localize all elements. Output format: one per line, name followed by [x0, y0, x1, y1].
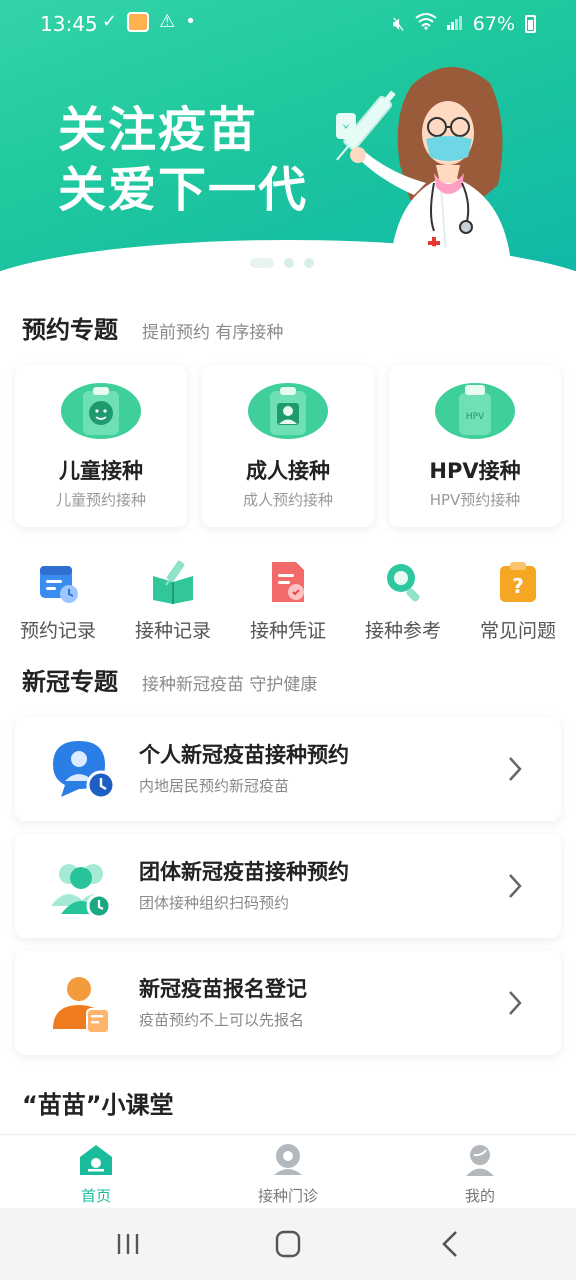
group-covid-appointment-row[interactable]: 团体新冠疫苗接种预约 团体接种组织扫码预约 — [15, 834, 561, 938]
quick-link-label: 接种凭证 — [249, 620, 326, 642]
covid-registration-row[interactable]: 新冠疫苗报名登记 疫苗预约不上可以先报名 — [15, 951, 561, 1055]
hero-banner[interactable]: 13:45 ✓ ⚠ • 🔇︎ 67% 关注疫苗 关爱下一代 — [0, 0, 576, 285]
row-subtitle: 疫苗预约不上可以先报名 — [139, 1011, 305, 1029]
classroom-section-title: “苗苗”小课堂 — [22, 1091, 174, 1119]
certificate-icon — [272, 562, 304, 602]
banner-title-line2: 关爱下一代 — [58, 162, 309, 218]
profile-icon — [466, 1145, 494, 1176]
dot-icon: • — [185, 11, 196, 32]
quick-link-appointment-records[interactable]: 预约记录 — [6, 560, 110, 643]
notification-icons: ✓ ⚠ • — [102, 11, 196, 32]
tab-label: 接种门诊 — [257, 1187, 318, 1205]
magnifier-icon — [387, 564, 420, 602]
carousel-dot-2[interactable] — [284, 258, 294, 268]
banner-title-line1: 关注疫苗 — [58, 102, 259, 158]
bottom-tab-bar: 首页 接种门诊 我的 — [0, 1134, 576, 1208]
hpv-vaccination-card[interactable]: HPV HPV接种 HPV预约接种 — [389, 365, 561, 527]
signal-icon — [446, 13, 463, 35]
quick-link-faq[interactable]: ? 常见问题 — [466, 560, 570, 643]
hpv-vaccination-subtitle: HPV预约接种 — [429, 491, 521, 509]
adult-vaccination-card[interactable]: 成人接种 成人预约接种 — [202, 365, 374, 527]
covid-section-header: 新冠专题 接种新冠疫苗 守护健康 — [22, 662, 317, 697]
battery-level: 67% — [472, 12, 515, 35]
banner-title: 关注疫苗 关爱下一代 — [58, 100, 308, 220]
status-bar: 13:45 ✓ ⚠ • 🔇︎ 67% — [0, 0, 576, 48]
tab-label: 首页 — [80, 1187, 111, 1205]
quick-link-label: 接种参考 — [364, 620, 441, 642]
tab-clinic[interactable]: 接种门诊 — [228, 1143, 348, 1206]
mute-icon: 🔇︎ — [392, 12, 405, 35]
back-icon[interactable] — [430, 1228, 470, 1260]
quick-link-label: 预约记录 — [19, 620, 96, 642]
appointment-section-title: 预约专题 — [22, 316, 118, 344]
row-title: 团体新冠疫苗接种预约 — [139, 860, 349, 884]
child-vaccination-card[interactable]: 儿童接种 儿童预约接种 — [15, 365, 187, 527]
chevron-right-icon — [509, 991, 522, 1015]
tab-mine[interactable]: 我的 — [420, 1143, 540, 1206]
home-icon — [80, 1145, 112, 1175]
chevron-right-icon — [509, 757, 522, 781]
quick-link-vaccination-records[interactable]: 接种记录 — [121, 560, 225, 643]
battery-icon — [525, 14, 536, 33]
quick-link-vaccination-certificate[interactable]: 接种凭证 — [236, 560, 340, 643]
child-icon — [61, 383, 141, 439]
home-button-icon[interactable] — [268, 1228, 308, 1260]
row-title: 个人新冠疫苗接种预约 — [139, 743, 349, 767]
svg-text:?: ? — [512, 574, 524, 598]
system-navigation-bar — [0, 1208, 576, 1280]
personal-covid-appointment-row[interactable]: 个人新冠疫苗接种预约 内地居民预约新冠疫苗 — [15, 717, 561, 821]
hpv-vial-icon: HPV — [435, 383, 515, 439]
covid-section-title: 新冠专题 — [22, 668, 118, 696]
adult-icon — [248, 383, 328, 439]
svg-text:HPV: HPV — [466, 412, 485, 422]
quick-link-label: 接种记录 — [134, 620, 211, 642]
carousel-indicator[interactable] — [250, 258, 314, 268]
warning-icon: ⚠ — [159, 11, 176, 32]
hpv-vaccination-title: HPV接种 — [429, 459, 521, 483]
calendar-clock-icon — [40, 566, 78, 603]
quick-link-vaccination-reference[interactable]: 接种参考 — [351, 560, 455, 643]
child-vaccination-subtitle: 儿童预约接种 — [55, 491, 146, 509]
person-register-icon — [53, 977, 110, 1034]
quick-link-label: 常见问题 — [479, 620, 556, 642]
carousel-dot-3[interactable] — [304, 258, 314, 268]
clinic-pin-icon — [274, 1144, 302, 1175]
tab-home[interactable]: 首页 — [36, 1143, 156, 1206]
recent-apps-icon[interactable] — [108, 1228, 148, 1260]
status-right: 🔇︎ 67% — [393, 12, 536, 35]
app-notification-icon — [127, 11, 150, 32]
appointment-section-subtitle: 提前预约 有序接种 — [142, 323, 284, 343]
adult-vaccination-title: 成人接种 — [246, 459, 330, 483]
child-vaccination-title: 儿童接种 — [59, 459, 143, 483]
covid-section-subtitle: 接种新冠疫苗 守护健康 — [142, 675, 318, 695]
wifi-icon — [415, 12, 437, 35]
classroom-section-header: “苗苗”小课堂 — [22, 1085, 174, 1120]
row-subtitle: 内地居民预约新冠疫苗 — [139, 777, 290, 795]
adult-vaccination-subtitle: 成人预约接种 — [242, 491, 333, 509]
status-time: 13:45 — [40, 12, 98, 36]
row-title: 新冠疫苗报名登记 — [139, 977, 307, 1001]
carousel-dot-1[interactable] — [250, 258, 274, 268]
question-clipboard-icon: ? — [500, 562, 536, 602]
tab-label: 我的 — [464, 1187, 495, 1205]
chevron-right-icon — [509, 874, 522, 898]
vaccination-book-icon — [153, 560, 193, 604]
person-chat-clock-icon — [53, 741, 116, 800]
group-clock-icon — [51, 864, 113, 919]
check-download-icon: ✓ — [102, 11, 118, 32]
row-subtitle: 团体接种组织扫码预约 — [139, 894, 290, 912]
appointment-section-header: 预约专题 提前预约 有序接种 — [22, 310, 283, 345]
